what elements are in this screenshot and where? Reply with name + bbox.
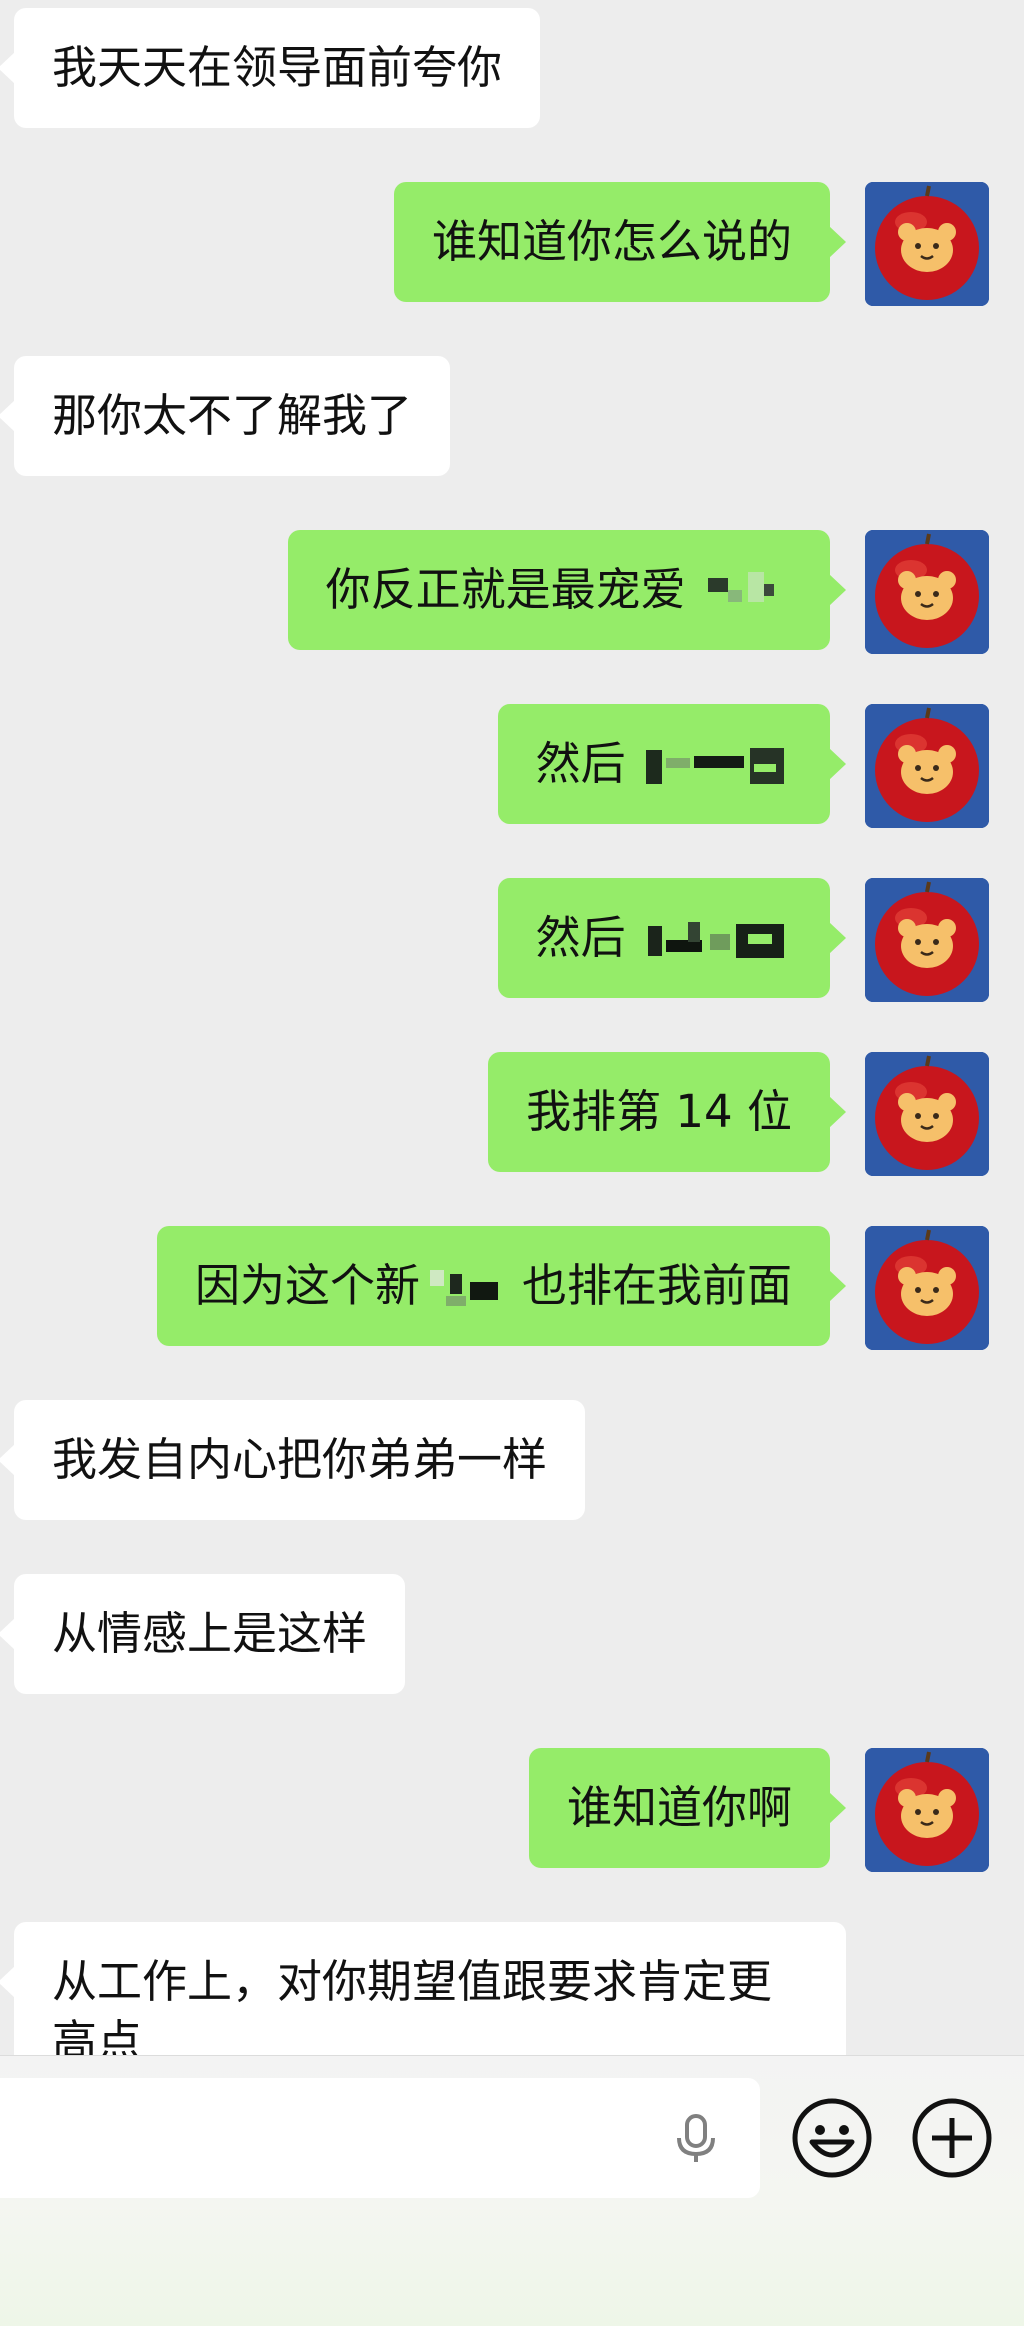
message-bubble-outgoing[interactable]: 然后 <box>497 704 847 824</box>
apple-bear-avatar-icon <box>865 704 989 828</box>
message-text: 然后 <box>535 911 626 964</box>
message-text: 然后 <box>535 737 626 790</box>
message-bubble-outgoing[interactable]: 谁知道你啊 <box>528 1748 847 1868</box>
avatar[interactable] <box>865 1226 989 1350</box>
message-text: 谁知道你怎么说的 <box>431 215 792 268</box>
avatar[interactable] <box>865 182 989 306</box>
message-bubble-incoming[interactable]: 我天天在领导面前夸你 <box>0 8 541 128</box>
microphone-icon[interactable] <box>668 2110 724 2166</box>
pixelated-redaction <box>422 1264 522 1314</box>
plus-circle-icon[interactable] <box>910 2096 994 2180</box>
message-text: 我天天在领导面前夸你 <box>52 41 503 94</box>
message-bubble-incoming[interactable]: 从工作上，对你期望值跟要求肯定更高点 <box>0 1922 846 2055</box>
message-bubble-incoming[interactable]: 那你太不了解我了 <box>0 356 451 476</box>
avatar[interactable] <box>865 878 989 1002</box>
pixelated-redaction <box>642 916 792 966</box>
message-text: 也排在我前面 <box>521 1259 792 1312</box>
message-bubble-outgoing[interactable]: 因为这个新 也排在我前面 <box>156 1226 847 1346</box>
chat-input-bar <box>0 2055 1024 2326</box>
message-text: 你反正就是最宠爱 <box>325 563 686 616</box>
message-bubble-outgoing[interactable]: 谁知道你怎么说的 <box>393 182 847 302</box>
chat-message-list[interactable]: 我天天在领导面前夸你 谁知道你怎么说的 那你太不了解我了 你反正就是最宠爱 然后… <box>0 0 1024 2055</box>
smiley-face-icon[interactable] <box>790 2096 874 2180</box>
message-input[interactable] <box>0 2078 760 2198</box>
apple-bear-avatar-icon <box>865 878 989 1002</box>
apple-bear-avatar-icon <box>865 1748 989 1872</box>
apple-bear-avatar-icon <box>865 530 989 654</box>
message-bubble-outgoing[interactable]: 你反正就是最宠爱 <box>287 530 847 650</box>
pixelated-redaction <box>702 568 792 618</box>
message-text: 从情感上是这样 <box>52 1607 368 1660</box>
avatar[interactable] <box>865 1052 989 1176</box>
apple-bear-avatar-icon <box>865 182 989 306</box>
avatar[interactable] <box>865 704 989 828</box>
message-text: 谁知道你啊 <box>566 1781 792 1834</box>
apple-bear-avatar-icon <box>865 1052 989 1176</box>
message-bubble-outgoing[interactable]: 然后 <box>497 878 847 998</box>
message-bubble-outgoing[interactable]: 我排第 14 位 <box>488 1052 846 1172</box>
message-text: 我排第 14 位 <box>526 1085 792 1138</box>
apple-bear-avatar-icon <box>865 1226 989 1350</box>
avatar[interactable] <box>865 1748 989 1872</box>
message-bubble-incoming[interactable]: 从情感上是这样 <box>0 1574 406 1694</box>
message-bubble-incoming[interactable]: 我发自内心把你弟弟一样 <box>0 1400 586 1520</box>
message-text: 从工作上，对你期望值跟要求肯定更高点 <box>52 1955 773 2055</box>
message-text: 我发自内心把你弟弟一样 <box>52 1433 548 1486</box>
avatar[interactable] <box>865 530 989 654</box>
message-text: 因为这个新 <box>194 1259 420 1312</box>
message-text: 那你太不了解我了 <box>52 389 413 442</box>
pixelated-redaction <box>642 742 792 792</box>
